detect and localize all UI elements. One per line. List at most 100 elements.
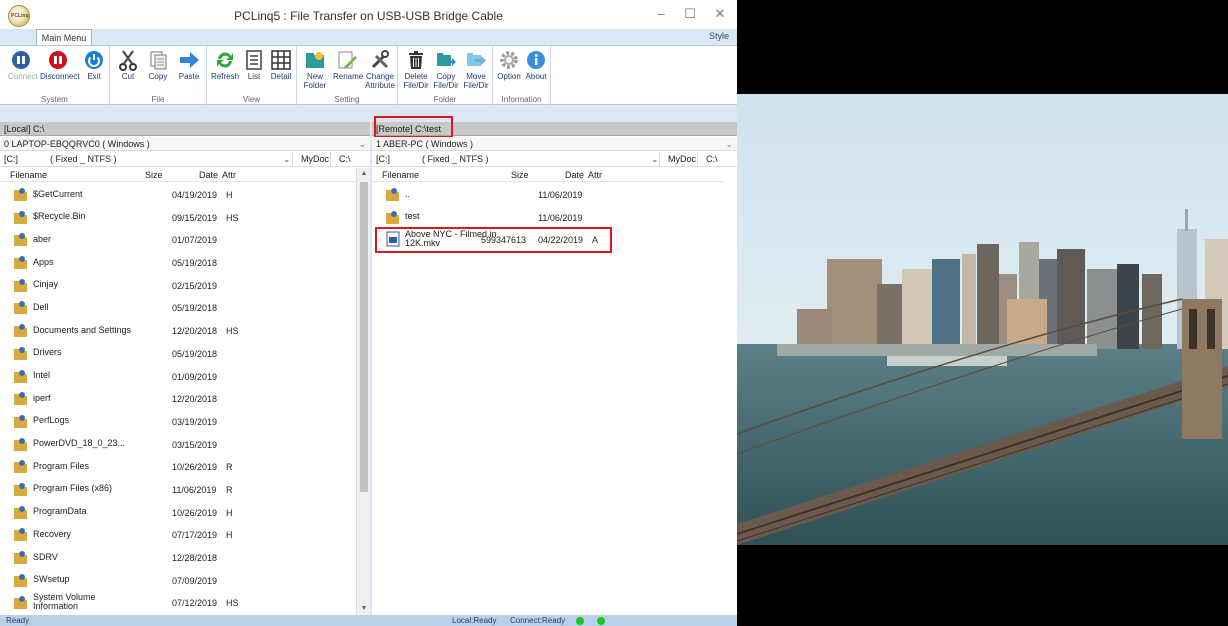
- file-row[interactable]: iperf 12/20/2018: [0, 387, 356, 410]
- user-folder-icon: [14, 278, 27, 292]
- option-button[interactable]: Option: [496, 49, 522, 93]
- about-button[interactable]: About: [523, 49, 549, 93]
- local-fs-label: ( Fixed _ NTFS ): [50, 154, 117, 164]
- file-row[interactable]: Documents and Settings 12/20/2018 HS: [0, 319, 356, 342]
- remote-root-button[interactable]: C:\: [697, 152, 726, 167]
- tab-main-menu[interactable]: Main Menu: [36, 29, 92, 46]
- minimize-button[interactable]: –: [653, 6, 669, 22]
- file-row[interactable]: Program Files (x86) 11/06/2019 R: [0, 478, 356, 501]
- local-drive-bar: [C:] ( Fixed _ NTFS ) ⌄ MyDoc C:\: [0, 152, 370, 167]
- col-attr[interactable]: Attr: [222, 168, 236, 182]
- col-filename[interactable]: Filename: [382, 168, 419, 182]
- chevron-down-icon[interactable]: ⌄: [283, 152, 291, 167]
- file-row[interactable]: test 11/06/2019: [372, 206, 723, 229]
- scroll-up-icon[interactable]: ▲: [357, 168, 371, 180]
- file-row[interactable]: $Recycle.Bin 09/15/2019 HS: [0, 206, 356, 229]
- file-row[interactable]: PerfLogs 03/19/2019: [0, 410, 356, 433]
- file-date: 12/20/2018: [172, 394, 218, 405]
- disconnect-button[interactable]: Disconnect: [40, 49, 80, 93]
- move-label-2: File/Dir: [463, 81, 489, 90]
- group-information: Option About Information: [493, 46, 551, 105]
- file-row[interactable]: ProgramData 10/26/2019 H: [0, 501, 356, 524]
- file-name: SWsetup: [33, 574, 70, 585]
- style-menu[interactable]: Style: [709, 31, 729, 41]
- chevron-down-icon[interactable]: ⌄: [651, 152, 659, 167]
- file-row[interactable]: PowerDVD_18_0_23... 03/15/2019: [0, 433, 356, 456]
- chevron-down-icon: ⌄: [725, 139, 733, 149]
- ribbon: Connect Disconnect Exit System Cut Copy: [0, 45, 737, 105]
- list-view-button[interactable]: List: [243, 49, 265, 93]
- file-row[interactable]: $GetCurrent 04/19/2019 H: [0, 183, 356, 206]
- cut-button[interactable]: Cut: [116, 49, 140, 93]
- file-name: Intel: [33, 370, 51, 380]
- file-row[interactable]: SWsetup 07/09/2019: [0, 569, 356, 592]
- power-icon: [85, 51, 103, 69]
- remote-path-highlight: [374, 116, 453, 138]
- local-file-list[interactable]: $GetCurrent 04/19/2019 H $Recycle.Bin 09/15/…: [0, 183, 356, 615]
- local-scrollbar[interactable]: ▲ ▼: [356, 168, 370, 615]
- user-folder-icon: [14, 414, 27, 428]
- file-row[interactable]: Apps 05/19/2018: [0, 251, 356, 274]
- file-name: PowerDVD_18_0_23...: [33, 438, 126, 449]
- file-row[interactable]: aber 01/07/2019: [0, 228, 356, 251]
- remote-drive-select[interactable]: [C:]: [376, 152, 390, 167]
- user-folder-icon: [14, 188, 27, 201]
- group-label-folder: Folder: [433, 95, 457, 104]
- remote-column-header: Filename Size Date Attr: [372, 168, 723, 182]
- file-date: 01/07/2019: [172, 235, 218, 246]
- move-folder-icon: [467, 53, 486, 66]
- scroll-thumb[interactable]: [360, 182, 368, 492]
- col-filename[interactable]: Filename: [10, 168, 47, 182]
- rename-button[interactable]: Rename: [333, 49, 363, 93]
- option-label: Option: [497, 72, 521, 81]
- video-player[interactable]: [737, 0, 1228, 626]
- file-date: 05/19/2018: [172, 348, 218, 359]
- file-row[interactable]: Dell 05/19/2018: [0, 296, 356, 319]
- group-label-file: File: [151, 95, 165, 104]
- user-folder-icon: [386, 188, 399, 201]
- refresh-button[interactable]: Refresh: [211, 49, 239, 93]
- paste-arrow-icon: [180, 52, 199, 68]
- col-date[interactable]: Date: [199, 168, 218, 182]
- file-row[interactable]: Intel 01/09/2019: [0, 365, 356, 388]
- change-attribute-button[interactable]: Change Attribute: [365, 49, 395, 93]
- detail-view-button[interactable]: Detail: [269, 49, 293, 93]
- trash-icon: [409, 51, 423, 69]
- paste-button[interactable]: Paste: [176, 49, 202, 93]
- local-drive-select[interactable]: [C:]: [4, 152, 18, 167]
- file-row[interactable]: Program Files 10/26/2019 R: [0, 455, 356, 478]
- copy-file-dir-button[interactable]: Copy File/Dir: [431, 49, 461, 93]
- file-row[interactable]: .. 11/06/2019: [372, 183, 723, 206]
- file-attr: R: [226, 462, 233, 473]
- file-row[interactable]: System Volume Information 07/12/2019 HS: [0, 591, 356, 614]
- close-button[interactable]: ✕: [712, 6, 728, 22]
- file-row[interactable]: Cinjay 02/15/2019: [0, 274, 356, 297]
- connect-button[interactable]: Connect: [8, 49, 38, 93]
- file-date: 03/19/2019: [172, 416, 218, 427]
- file-row[interactable]: Drivers 05/19/2018: [0, 342, 356, 365]
- exit-button[interactable]: Exit: [82, 49, 106, 93]
- copy-button[interactable]: Copy: [146, 49, 170, 93]
- col-attr[interactable]: Attr: [588, 168, 602, 182]
- remote-machine-select[interactable]: 1 ABER-PC ( Windows ) ⌄: [372, 137, 737, 151]
- local-machine-select[interactable]: 0 LAPTOP-EBQQRVC0 ( Windows ) ⌄: [0, 137, 370, 151]
- file-row[interactable]: SDRV 12/28/2018: [0, 546, 356, 569]
- scroll-down-icon[interactable]: ▼: [357, 603, 371, 615]
- col-size[interactable]: Size: [511, 168, 529, 182]
- chevron-down-icon: ⌄: [358, 139, 366, 149]
- col-date[interactable]: Date: [565, 168, 584, 182]
- col-size[interactable]: Size: [145, 168, 163, 182]
- user-folder-icon: [14, 256, 27, 270]
- disconnect-icon: [49, 51, 67, 69]
- group-view: Refresh List Detail View: [207, 46, 297, 105]
- delete-button[interactable]: Delete File/Dir: [401, 49, 431, 93]
- move-file-dir-button[interactable]: Move File/Dir: [461, 49, 491, 93]
- file-row[interactable]: Recovery 07/17/2019 H: [0, 523, 356, 546]
- file-date: 07/09/2019: [172, 575, 218, 586]
- new-folder-button[interactable]: New Folder: [303, 49, 327, 93]
- local-root-button[interactable]: C:\: [330, 152, 359, 167]
- maximize-button[interactable]: ☐: [682, 6, 698, 22]
- file-date: 10/26/2019: [172, 507, 218, 518]
- user-folder-icon: [14, 528, 27, 542]
- file-name: $GetCurrent: [33, 188, 83, 199]
